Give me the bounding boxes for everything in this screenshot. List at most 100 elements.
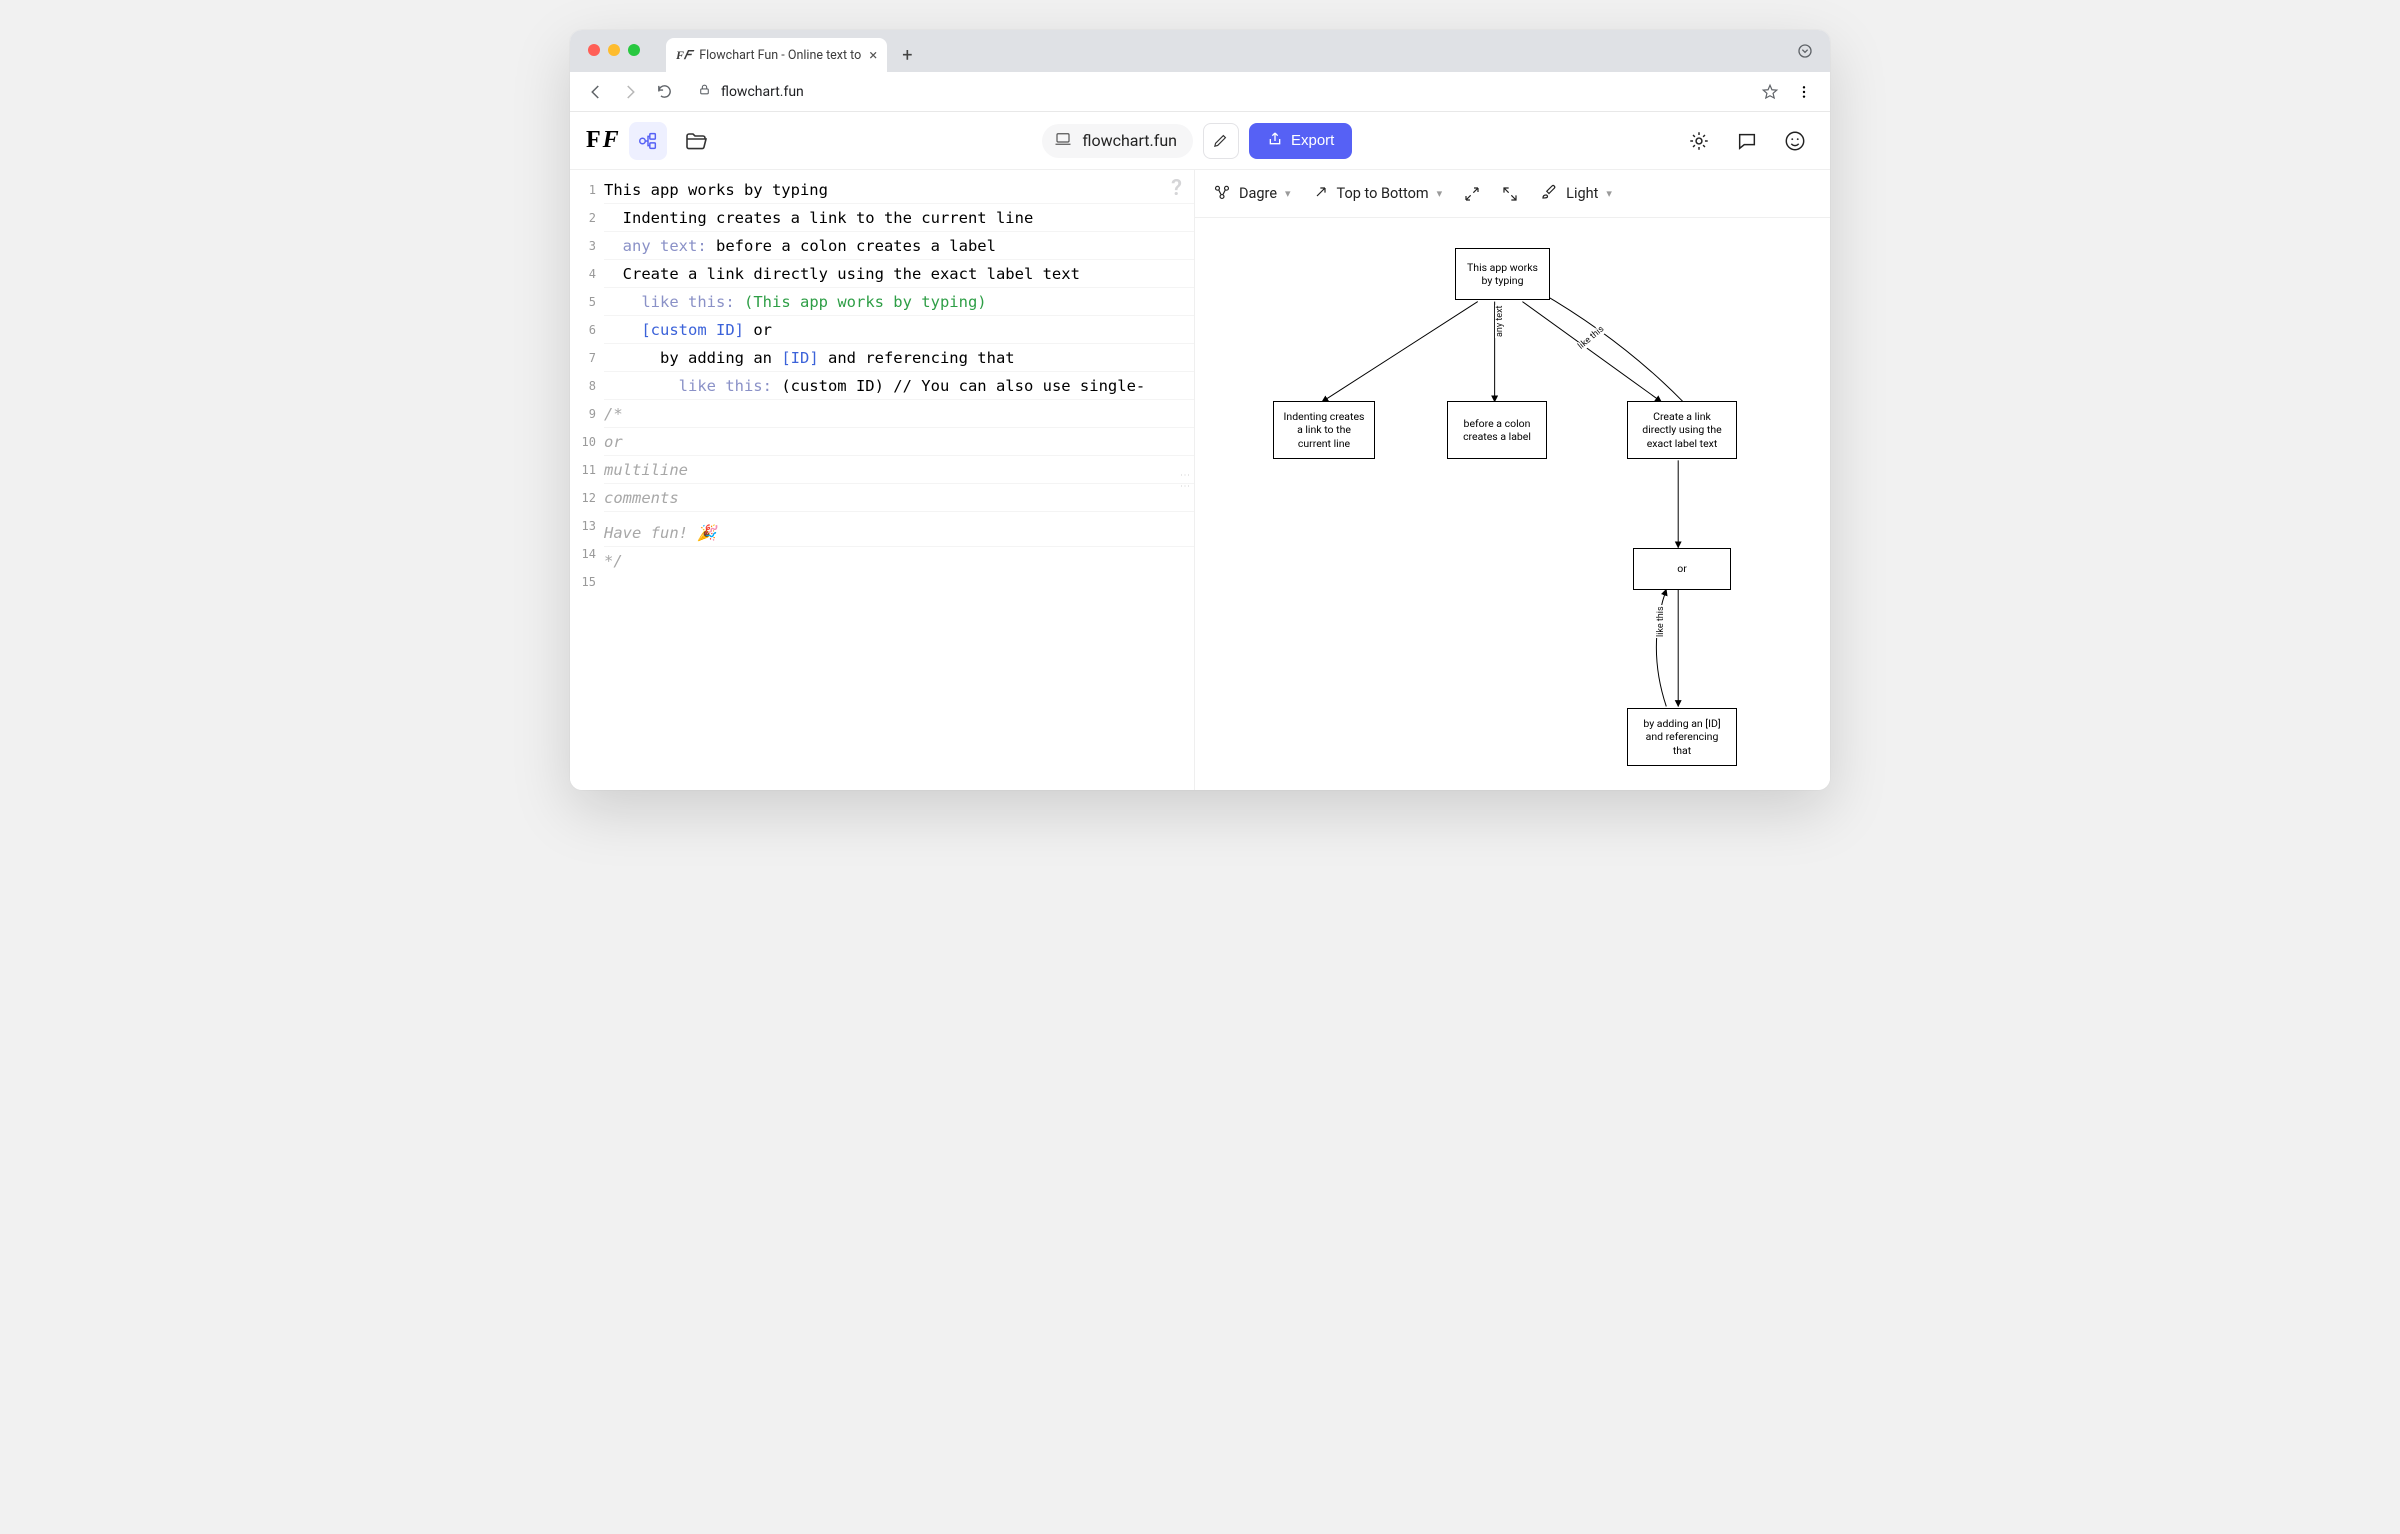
- code-line[interactable]: This app works by typing: [604, 176, 1194, 204]
- graph-edges: [1195, 218, 1830, 790]
- code-editor[interactable]: 123456789101112131415 This app works by …: [570, 170, 1195, 790]
- graph-node[interactable]: Indenting creates a link to the current …: [1273, 401, 1375, 459]
- code-line[interactable]: /*: [604, 400, 1194, 428]
- line-number: 2: [570, 204, 604, 232]
- tab-title: Flowchart Fun - Online text to: [699, 48, 861, 63]
- window-minimize-button[interactable]: [608, 44, 620, 56]
- export-label: Export: [1291, 132, 1334, 149]
- code-line[interactable]: Create a link directly using the exact l…: [604, 260, 1194, 288]
- chevron-down-icon: ▾: [1606, 187, 1612, 200]
- window-controls: [588, 44, 640, 56]
- line-number: 8: [570, 372, 604, 400]
- line-number: 13: [570, 512, 604, 540]
- browser-tab-strip: F𝐹 Flowchart Fun - Online text to × +: [570, 30, 1830, 72]
- nav-forward-button[interactable]: [616, 78, 644, 106]
- bookmark-star-icon[interactable]: [1756, 78, 1784, 106]
- edge-label: like this: [1656, 605, 1666, 638]
- window-close-button[interactable]: [588, 44, 600, 56]
- graph-node[interactable]: or: [1633, 548, 1731, 590]
- document-name[interactable]: flowchart.fun: [1042, 124, 1193, 158]
- browser-toolbar: flowchart.fun: [570, 72, 1830, 112]
- theme-value: Light: [1566, 185, 1598, 202]
- window-zoom-button[interactable]: [628, 44, 640, 56]
- code-line[interactable]: Indenting creates a link to the current …: [604, 204, 1194, 232]
- line-number: 1: [570, 176, 604, 204]
- zoom-expand-button[interactable]: [1502, 186, 1518, 202]
- line-number-gutter: 123456789101112131415: [570, 170, 604, 790]
- graph-pane: Dagre ▾ Top to Bottom ▾: [1195, 170, 1830, 790]
- browser-menu-button[interactable]: [1790, 78, 1818, 106]
- line-number: 10: [570, 428, 604, 456]
- graph-node[interactable]: Create a link directly using the exact l…: [1627, 401, 1737, 459]
- line-number: 14: [570, 540, 604, 568]
- browser-window: F𝐹 Flowchart Fun - Online text to × + fl…: [570, 30, 1830, 790]
- export-button[interactable]: Export: [1249, 123, 1352, 159]
- code-line[interactable]: by adding an [ID] and referencing that: [604, 344, 1194, 372]
- nav-back-button[interactable]: [582, 78, 610, 106]
- code-line[interactable]: or: [604, 428, 1194, 456]
- app: FF flowchart.fun: [570, 112, 1830, 790]
- code-line[interactable]: like this: (custom ID) // You can also u…: [604, 372, 1194, 400]
- app-body: 123456789101112131415 This app works by …: [570, 170, 1830, 790]
- node-label: Indenting creates a link to the current …: [1284, 410, 1365, 449]
- code-line[interactable]: comments: [604, 484, 1194, 512]
- node-label: Create a link directly using the exact l…: [1642, 410, 1721, 449]
- line-number: 11: [570, 456, 604, 484]
- code-line[interactable]: like this: (This app works by typing): [604, 288, 1194, 316]
- rename-button[interactable]: [1203, 123, 1239, 159]
- app-header: FF flowchart.fun: [570, 112, 1830, 170]
- code-line[interactable]: Have fun! 🎉: [604, 519, 1194, 547]
- graph-node[interactable]: This app works by typing: [1455, 248, 1550, 300]
- line-number: 3: [570, 232, 604, 260]
- editor-help-button[interactable]: ?: [1171, 176, 1182, 201]
- pane-resize-handle[interactable]: ⋮⋮: [1179, 470, 1190, 492]
- code-line[interactable]: [604, 512, 1194, 519]
- tab-close-icon[interactable]: ×: [869, 48, 877, 63]
- new-tab-button[interactable]: +: [893, 41, 921, 69]
- line-number: 9: [570, 400, 604, 428]
- node-label: by adding an [ID] and referencing that: [1643, 717, 1720, 756]
- tabs-menu-button[interactable]: [1794, 40, 1816, 62]
- direction-value: Top to Bottom: [1337, 185, 1429, 202]
- laptop-icon: [1054, 130, 1072, 152]
- feedback-button[interactable]: [1728, 122, 1766, 160]
- address-bar[interactable]: flowchart.fun: [684, 83, 1750, 100]
- layout-dropdown[interactable]: Dagre ▾: [1213, 183, 1291, 205]
- chevron-down-icon: ▾: [1285, 187, 1291, 200]
- chevron-down-icon: ▾: [1437, 187, 1443, 200]
- layout-icon: [1213, 183, 1231, 205]
- tab-favicon: F𝐹: [676, 48, 691, 63]
- line-number: 7: [570, 344, 604, 372]
- graph-toolbar: Dagre ▾ Top to Bottom ▾: [1195, 170, 1830, 218]
- url-text: flowchart.fun: [721, 84, 804, 100]
- node-label: or: [1677, 562, 1687, 575]
- lock-icon: [698, 83, 711, 100]
- direction-icon: [1313, 184, 1329, 204]
- app-logo[interactable]: FF: [586, 127, 619, 154]
- edge-label: any text: [1495, 305, 1505, 338]
- nav-reload-button[interactable]: [650, 78, 678, 106]
- code-line[interactable]: any text: before a colon creates a label: [604, 232, 1194, 260]
- node-label: This app works by typing: [1467, 261, 1538, 287]
- graph-node[interactable]: before a colon creates a label: [1447, 401, 1547, 459]
- document-name-text: flowchart.fun: [1082, 131, 1177, 150]
- graph-node[interactable]: by adding an [ID] and referencing that: [1627, 708, 1737, 766]
- open-file-button[interactable]: [677, 122, 715, 160]
- code-content[interactable]: This app works by typing Indenting creat…: [604, 170, 1194, 790]
- line-number: 15: [570, 568, 604, 596]
- zoom-fit-button[interactable]: [1464, 186, 1480, 202]
- layout-value: Dagre: [1239, 185, 1277, 202]
- code-line[interactable]: */: [604, 547, 1194, 574]
- graph-canvas[interactable]: This app works by typing Indenting creat…: [1195, 218, 1830, 790]
- account-button[interactable]: [1776, 122, 1814, 160]
- settings-button[interactable]: [1680, 122, 1718, 160]
- editor-view-button[interactable]: [629, 122, 667, 160]
- browser-tab[interactable]: F𝐹 Flowchart Fun - Online text to ×: [666, 38, 887, 72]
- direction-dropdown[interactable]: Top to Bottom ▾: [1313, 184, 1443, 204]
- theme-dropdown[interactable]: Light ▾: [1540, 183, 1612, 205]
- code-line[interactable]: [custom ID] or: [604, 316, 1194, 344]
- code-line[interactable]: multiline: [604, 456, 1194, 484]
- line-number: 4: [570, 260, 604, 288]
- brush-icon: [1540, 183, 1558, 205]
- line-number: 6: [570, 316, 604, 344]
